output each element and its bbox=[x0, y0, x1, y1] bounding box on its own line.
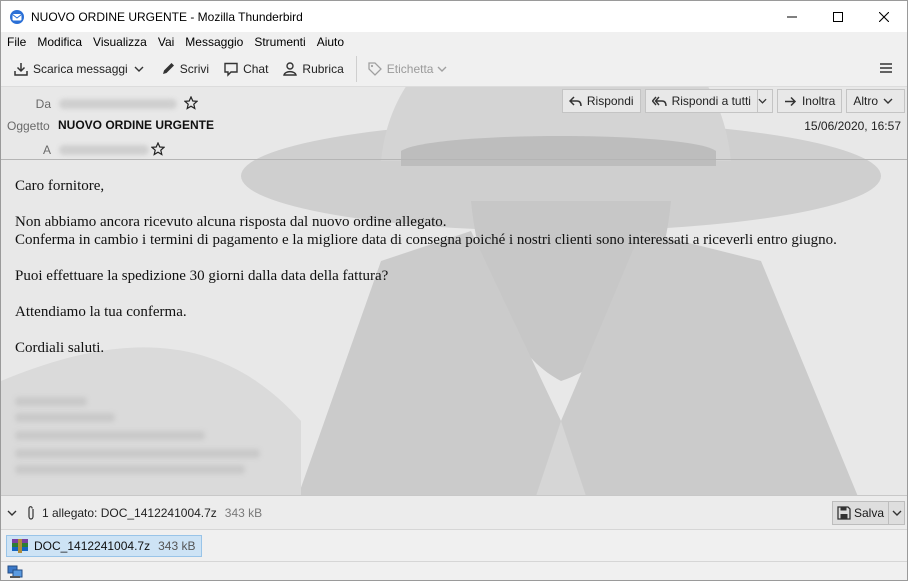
more-button[interactable]: Altro bbox=[846, 89, 905, 113]
chevron-down-icon[interactable] bbox=[7, 508, 17, 518]
download-icon bbox=[14, 63, 28, 76]
app-menu-icon[interactable] bbox=[879, 61, 893, 75]
maximize-button[interactable] bbox=[815, 1, 861, 32]
chat-label: Chat bbox=[243, 62, 269, 76]
save-dropdown[interactable] bbox=[888, 502, 904, 524]
menu-strumenti[interactable]: Strumenti bbox=[254, 35, 305, 49]
chat-button[interactable]: Chat bbox=[219, 56, 272, 82]
chevron-down-icon bbox=[134, 66, 144, 72]
address-book-label: Rubrica bbox=[302, 62, 344, 76]
attachment-size: 343 kB bbox=[158, 539, 196, 553]
to-label: A bbox=[42, 143, 51, 157]
message-date: 15/06/2020, 16:57 bbox=[804, 119, 901, 133]
forward-arrow-icon bbox=[784, 96, 797, 106]
chevron-down-icon bbox=[437, 66, 447, 72]
forward-button[interactable]: Inoltra bbox=[776, 89, 843, 113]
subject-text: NUOVO ORDINE URGENTE bbox=[58, 118, 215, 132]
status-bar bbox=[1, 561, 907, 580]
signature-redacted bbox=[15, 449, 260, 458]
body-paragraph-3: Puoi effettuare la spedizione 30 giorni … bbox=[15, 268, 389, 284]
body-greeting: Caro fornitore, bbox=[15, 178, 105, 194]
minimize-icon bbox=[787, 16, 797, 17]
save-icon bbox=[837, 506, 851, 520]
menu-file[interactable]: File bbox=[7, 35, 26, 49]
signature-redacted bbox=[15, 465, 245, 474]
reply-all-label: Rispondi a tutti bbox=[671, 94, 751, 108]
menu-aiuto[interactable]: Aiuto bbox=[317, 35, 344, 49]
attachment-item[interactable]: DOC_1412241004.7z 343 kB bbox=[6, 535, 203, 557]
body-paragraph-4: Attendiamo la tua conferma. bbox=[15, 304, 187, 320]
star-icon[interactable] bbox=[184, 96, 198, 110]
signature-redacted bbox=[15, 397, 87, 406]
reply-all-dropdown[interactable] bbox=[756, 89, 773, 113]
tag-button[interactable]: Etichetta bbox=[363, 56, 456, 82]
chevron-down-icon bbox=[883, 98, 893, 104]
title-bar: NUOVO ORDINE URGENTE - Mozilla Thunderbi… bbox=[1, 1, 907, 32]
attachment-summary-text: 1 allegato: DOC_1412241004.7z bbox=[42, 505, 217, 520]
chat-bubble-icon bbox=[224, 62, 238, 77]
sender-address-redacted[interactable] bbox=[59, 99, 177, 109]
signature-redacted bbox=[15, 431, 205, 440]
reply-all-icon bbox=[651, 96, 667, 106]
attachment-bar: 1 allegato: DOC_1412241004.7z 343 kB Sal… bbox=[1, 495, 907, 529]
body-paragraph-2: Conferma in cambio i termini di pagament… bbox=[15, 232, 837, 248]
attachment-summary-size: 343 kB bbox=[224, 505, 263, 520]
more-label: Altro bbox=[853, 94, 878, 108]
message-pane: Da Oggetto NUOVO ORDINE URGENTE 15/06/20… bbox=[1, 87, 907, 495]
star-icon[interactable] bbox=[151, 142, 165, 156]
message-actions: Rispondi Rispondi a tutti Inoltra Altro bbox=[558, 89, 905, 113]
pencil-icon bbox=[162, 63, 174, 74]
menu-visualizza[interactable]: Visualizza bbox=[93, 35, 147, 49]
window-title: NUOVO ORDINE URGENTE - Mozilla Thunderbi… bbox=[31, 9, 303, 24]
attachment-name: DOC_1412241004.7z bbox=[34, 539, 151, 553]
save-button[interactable]: Salva bbox=[833, 506, 888, 520]
contact-icon bbox=[283, 62, 298, 76]
get-messages-label: Scarica messaggi bbox=[33, 62, 128, 76]
menu-vai[interactable]: Vai bbox=[158, 35, 174, 49]
tag-label: Etichetta bbox=[386, 62, 434, 76]
menu-modifica[interactable]: Modifica bbox=[37, 35, 82, 49]
write-button[interactable]: Scrivi bbox=[156, 56, 213, 82]
attachment-list: DOC_1412241004.7z 343 kB bbox=[1, 529, 907, 561]
thunderbird-logo-icon bbox=[10, 9, 24, 24]
subject-label: Oggetto bbox=[7, 119, 50, 133]
message-body: Caro fornitore, Non abbiamo ancora ricev… bbox=[15, 177, 855, 375]
recipient-address-redacted[interactable] bbox=[59, 145, 149, 155]
minimize-button[interactable] bbox=[769, 1, 815, 32]
thunderbird-window: NUOVO ORDINE URGENTE - Mozilla Thunderbi… bbox=[0, 0, 908, 581]
paperclip-icon bbox=[28, 505, 34, 520]
reply-label: Rispondi bbox=[586, 94, 634, 108]
chevron-down-icon bbox=[892, 510, 901, 516]
write-label: Scrivi bbox=[179, 62, 210, 76]
body-paragraph: Non abbiamo ancora ricevuto alcuna rispo… bbox=[15, 213, 855, 231]
reply-button[interactable]: Rispondi bbox=[561, 89, 641, 113]
body-closing: Cordiali saluti. bbox=[15, 340, 105, 356]
body-paragraph-1: Non abbiamo ancora ricevuto alcuna rispo… bbox=[15, 214, 447, 230]
archive-file-icon bbox=[12, 539, 28, 553]
reply-all-button[interactable]: Rispondi a tutti bbox=[644, 89, 757, 113]
close-icon bbox=[879, 11, 889, 22]
signature-redacted bbox=[15, 413, 115, 422]
main-toolbar: Scarica messaggi Scrivi Chat Rubrica Eti… bbox=[1, 52, 907, 87]
close-button[interactable] bbox=[861, 1, 907, 32]
save-label: Salva bbox=[853, 506, 884, 520]
online-status-icon[interactable] bbox=[7, 565, 23, 579]
toolbar-separator bbox=[355, 56, 357, 82]
message-header: Da Oggetto NUOVO ORDINE URGENTE 15/06/20… bbox=[1, 87, 907, 160]
tag-icon bbox=[368, 62, 382, 76]
menu-bar: File Modifica Visualizza Vai Messaggio S… bbox=[1, 32, 907, 52]
from-label: Da bbox=[35, 97, 51, 111]
menu-messaggio[interactable]: Messaggio bbox=[185, 35, 243, 49]
reply-icon bbox=[568, 95, 582, 106]
window-controls bbox=[769, 1, 907, 32]
get-messages-dropdown[interactable] bbox=[132, 56, 150, 82]
get-messages-button[interactable]: Scarica messaggi bbox=[9, 56, 132, 82]
maximize-icon bbox=[833, 11, 843, 22]
forward-label: Inoltra bbox=[801, 94, 836, 108]
save-attachment-button: Salva bbox=[831, 501, 905, 525]
attachment-summary[interactable]: 1 allegato: DOC_1412241004.7z 343 kB bbox=[25, 505, 262, 521]
chevron-down-icon bbox=[758, 98, 767, 104]
address-book-button[interactable]: Rubrica bbox=[278, 56, 347, 82]
